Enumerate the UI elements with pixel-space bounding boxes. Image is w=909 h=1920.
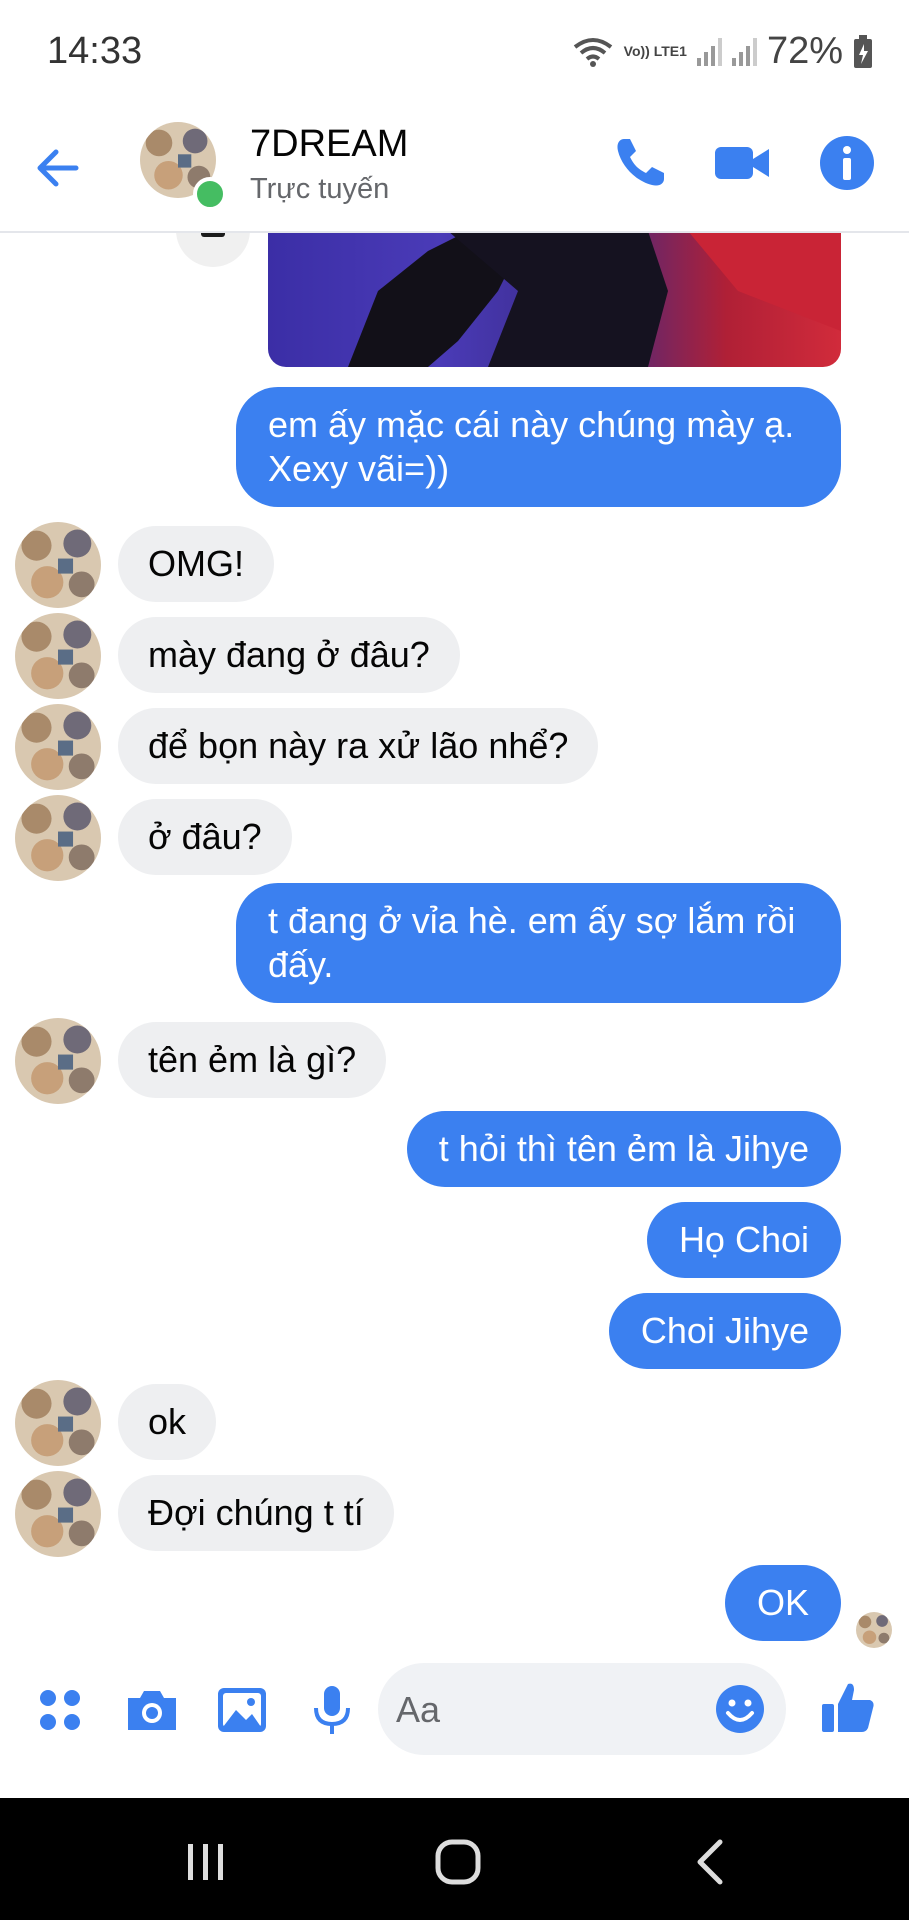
status-icons: Vo)) LTE1 72%: [572, 30, 873, 73]
back-nav-icon[interactable]: [682, 1832, 742, 1892]
gallery-icon[interactable]: [214, 1682, 270, 1738]
wifi-icon: [573, 37, 612, 67]
message-incoming[interactable]: Đợi chúng t tí: [118, 1475, 394, 1551]
shared-photo[interactable]: [268, 231, 841, 367]
signal-1-icon: [696, 37, 722, 66]
battery-icon: [854, 34, 872, 68]
message-incoming[interactable]: OMG!: [118, 526, 274, 602]
battery-level: 72%: [766, 30, 843, 72]
back-arrow-icon[interactable]: [30, 140, 86, 196]
message-outgoing[interactable]: em ấy mặc cái này chúng mày ạ. Xexy vãi=…: [236, 387, 841, 507]
sender-avatar[interactable]: [15, 613, 101, 699]
sender-avatar[interactable]: [15, 522, 101, 608]
message-incoming[interactable]: tên ẻm là gì?: [118, 1022, 387, 1098]
sender-avatar[interactable]: [15, 795, 101, 881]
phone-icon[interactable]: [610, 133, 670, 193]
sender-avatar[interactable]: [15, 1380, 101, 1466]
message-input-placeholder: Aa: [396, 1689, 441, 1730]
presence-status: Trực tuyến: [250, 173, 390, 205]
message-composer: Aa: [0, 1660, 909, 1760]
message-outgoing[interactable]: t hỏi thì tên ẻm là Jihye: [406, 1111, 841, 1187]
signal-2-icon: [731, 37, 757, 66]
message-incoming[interactable]: mày đang ở đâu?: [118, 617, 460, 693]
home-icon[interactable]: [428, 1832, 488, 1892]
system-navigation-bar: [0, 1798, 909, 1920]
status-time: 14:33: [47, 30, 143, 72]
message-outgoing[interactable]: Họ Choi: [646, 1202, 841, 1278]
status-bar: 14:33 Vo)) LTE1 72%: [0, 0, 909, 105]
message-outgoing[interactable]: t đang ở vỉa hè. em ấy sợ lắm rồi đấy.: [236, 883, 841, 1003]
online-status-dot: [193, 177, 227, 211]
sender-avatar[interactable]: [15, 1471, 101, 1557]
message-incoming[interactable]: ok: [118, 1384, 217, 1460]
sender-avatar[interactable]: [15, 1018, 101, 1104]
sender-avatar[interactable]: [15, 704, 101, 790]
message-incoming[interactable]: để bọn này ra xử lão nhể?: [118, 708, 599, 784]
recent-apps-icon[interactable]: [176, 1832, 236, 1892]
message-outgoing[interactable]: Choi Jihye: [608, 1293, 841, 1369]
apps-grid-icon[interactable]: [32, 1682, 88, 1738]
seen-avatar: [856, 1612, 892, 1648]
info-icon[interactable]: [817, 133, 877, 193]
like-thumb-icon[interactable]: [818, 1678, 878, 1738]
message-incoming[interactable]: ở đâu?: [118, 799, 292, 875]
chat-header: 7DREAM Trực tuyến: [0, 105, 909, 233]
microphone-icon[interactable]: [304, 1682, 360, 1738]
message-input[interactable]: Aa: [378, 1663, 786, 1755]
camera-icon[interactable]: [124, 1682, 180, 1738]
video-call-icon[interactable]: [712, 133, 772, 193]
emoji-icon[interactable]: [714, 1683, 766, 1735]
lte-indicator: Vo)) LTE1: [623, 43, 687, 59]
message-outgoing[interactable]: OK: [724, 1565, 841, 1641]
contact-name: 7DREAM: [250, 123, 409, 165]
